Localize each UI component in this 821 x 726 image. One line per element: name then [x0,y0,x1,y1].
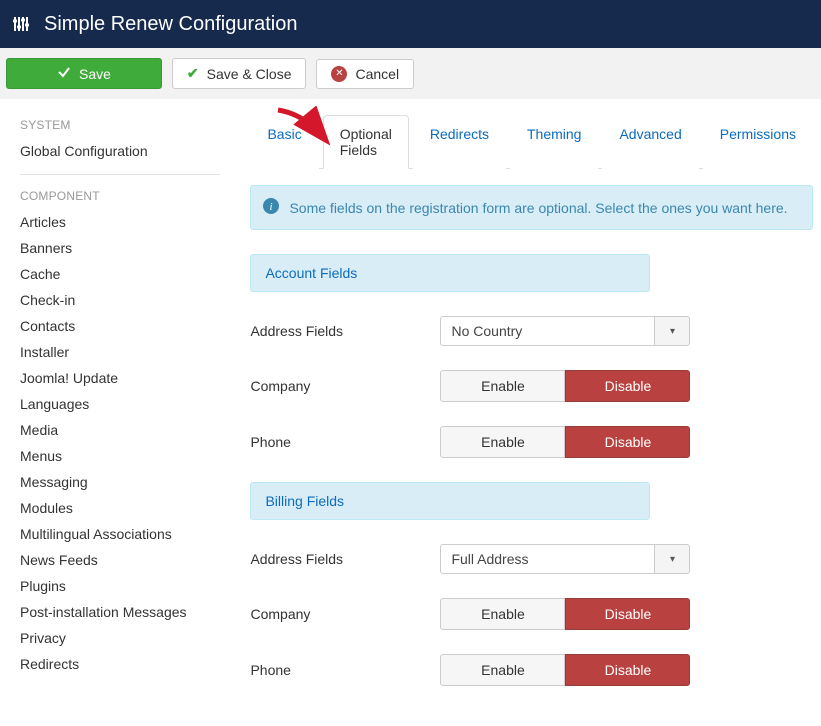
enable-account-phone[interactable]: Enable [440,426,565,458]
disable-billing-phone[interactable]: Disable [565,654,690,686]
toggle-billing-company: Enable Disable [440,598,690,630]
label-account-address: Address Fields [250,323,440,339]
sidebar-item-installer[interactable]: Installer [20,339,230,365]
sidebar-item-global-configuration[interactable]: Global Configuration [20,138,230,164]
info-alert: i Some fields on the registration form a… [250,185,813,230]
disable-account-phone[interactable]: Disable [565,426,690,458]
section-billing-fields: Billing Fields [250,482,650,520]
check-icon: ✔ [187,65,199,82]
sidebar-item-menus[interactable]: Menus [20,443,230,469]
cancel-button[interactable]: ✕ Cancel [316,59,414,89]
row-billing-address: Address Fields Full Address ▾ [250,544,690,574]
save-icon [57,65,71,82]
sidebar-item-banners[interactable]: Banners [20,235,230,261]
select-account-address-value: No Country [440,316,654,346]
tab-basic[interactable]: Basic [250,115,318,169]
enable-billing-phone[interactable]: Enable [440,654,565,686]
label-billing-company: Company [250,606,440,622]
label-account-company: Company [250,378,440,394]
row-account-company: Company Enable Disable [250,370,690,402]
sidebar-item-articles[interactable]: Articles [20,209,230,235]
sidebar-item-redirects[interactable]: Redirects [20,651,230,677]
sidebar-item-plugins[interactable]: Plugins [20,573,230,599]
sidebar-item-media[interactable]: Media [20,417,230,443]
enable-billing-company[interactable]: Enable [440,598,565,630]
sidebar-item-postinstall[interactable]: Post-installation Messages [20,599,230,625]
svg-text:i: i [270,201,273,213]
save-button[interactable]: Save [6,58,162,89]
sidebar-item-languages[interactable]: Languages [20,391,230,417]
label-billing-phone: Phone [250,662,440,678]
sidebar: SYSTEM Global Configuration COMPONENT Ar… [0,100,250,726]
save-close-button[interactable]: ✔ Save & Close [172,58,307,89]
label-billing-address: Address Fields [250,551,440,567]
header-bar: Simple Renew Configuration [0,0,821,48]
enable-account-company[interactable]: Enable [440,370,565,402]
sidebar-item-messaging[interactable]: Messaging [20,469,230,495]
select-account-address[interactable]: No Country ▾ [440,316,690,346]
sidebar-item-checkin[interactable]: Check-in [20,287,230,313]
sidebar-item-contacts[interactable]: Contacts [20,313,230,339]
row-account-phone: Phone Enable Disable [250,426,690,458]
cancel-label: Cancel [355,66,399,82]
sidebar-item-cache[interactable]: Cache [20,261,230,287]
main-panel: Basic Optional Fields Redirects Theming … [250,100,821,726]
toggle-billing-phone: Enable Disable [440,654,690,686]
disable-billing-company[interactable]: Disable [565,598,690,630]
page-title: Simple Renew Configuration [44,13,297,36]
tab-redirects[interactable]: Redirects [413,115,506,169]
info-icon: i [263,198,279,217]
tabs: Basic Optional Fields Redirects Theming … [250,114,813,169]
cancel-icon: ✕ [331,66,347,82]
toggle-account-phone: Enable Disable [440,426,690,458]
sidebar-item-modules[interactable]: Modules [20,495,230,521]
toggle-account-company: Enable Disable [440,370,690,402]
settings-icon [12,14,32,34]
select-billing-address-value: Full Address [440,544,654,574]
sidebar-item-multilingual[interactable]: Multilingual Associations [20,521,230,547]
info-text: Some fields on the registration form are… [289,200,787,216]
sidebar-heading-component: COMPONENT [20,189,230,203]
save-label: Save [79,66,111,82]
tab-theming[interactable]: Theming [510,115,598,169]
label-account-phone: Phone [250,434,440,450]
sidebar-item-joomla-update[interactable]: Joomla! Update [20,365,230,391]
toolbar: Save ✔ Save & Close ✕ Cancel [0,48,821,100]
sidebar-heading-system: SYSTEM [20,118,230,132]
tab-advanced[interactable]: Advanced [602,115,698,169]
row-account-address: Address Fields No Country ▾ [250,316,690,346]
chevron-down-icon: ▾ [654,316,690,346]
select-billing-address[interactable]: Full Address ▾ [440,544,690,574]
row-billing-company: Company Enable Disable [250,598,690,630]
sidebar-item-newsfeeds[interactable]: News Feeds [20,547,230,573]
chevron-down-icon: ▾ [654,544,690,574]
disable-account-company[interactable]: Disable [565,370,690,402]
divider [20,174,220,175]
tab-optional-fields[interactable]: Optional Fields [323,115,409,169]
row-billing-phone: Phone Enable Disable [250,654,690,686]
save-close-label: Save & Close [207,66,292,82]
sidebar-item-privacy[interactable]: Privacy [20,625,230,651]
tab-permissions[interactable]: Permissions [703,115,813,169]
section-account-fields: Account Fields [250,254,650,292]
